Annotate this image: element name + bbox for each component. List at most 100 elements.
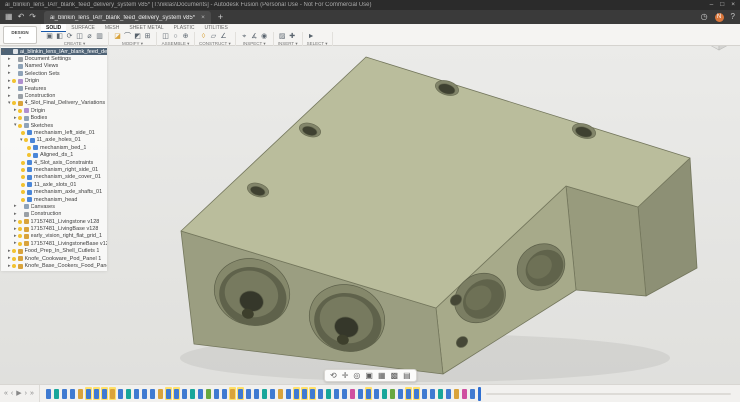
visibility-bulb-icon[interactable]: [21, 175, 25, 179]
browser-row[interactable]: ▾ 11_axle_holes_01: [1, 137, 107, 144]
tool-icon[interactable]: ⊞: [143, 32, 152, 41]
timeline-feature[interactable]: [365, 387, 372, 400]
tool-icon[interactable]: ◫: [75, 32, 84, 41]
tool-icon[interactable]: ▨: [278, 32, 287, 41]
nav-icon[interactable]: ✛: [342, 370, 349, 381]
browser-row[interactable]: ▸ Bodies: [1, 115, 107, 122]
appbar-icon[interactable]: ↶: [18, 10, 25, 24]
timeline-feature[interactable]: [117, 387, 124, 400]
tool-icon[interactable]: ○: [171, 32, 180, 41]
toolbar-group-label[interactable]: ASSEMBLE ▾: [161, 41, 190, 46]
timeline-feature[interactable]: [461, 387, 468, 400]
tool-icon[interactable]: ⌖: [240, 32, 249, 41]
appbar-icon[interactable]: ↷: [29, 10, 36, 24]
toolbar-group-label[interactable]: CREATE ▾: [45, 41, 104, 46]
browser-row[interactable]: ▸ Canvases: [1, 203, 107, 210]
tool-icon[interactable]: ◩: [133, 32, 142, 41]
help-icon[interactable]: ?: [731, 10, 735, 24]
visibility-bulb-icon[interactable]: [12, 249, 16, 253]
tool-icon[interactable]: ▣: [45, 32, 54, 41]
timeline-feature[interactable]: [373, 387, 380, 400]
visibility-bulb-icon[interactable]: [12, 79, 16, 83]
browser-row[interactable]: ▸ Knofe_Base_Cookers_Food_Panel 1: [1, 262, 107, 269]
visibility-bulb-icon[interactable]: [27, 153, 31, 157]
timeline-control-button[interactable]: »: [30, 385, 34, 402]
tool-icon[interactable]: ►: [307, 32, 316, 41]
timeline-feature[interactable]: [69, 387, 76, 400]
expander-icon[interactable]: ▸: [1, 70, 11, 77]
timeline-feature[interactable]: [405, 387, 412, 400]
timeline-feature[interactable]: [429, 387, 436, 400]
timeline-feature[interactable]: [109, 387, 116, 400]
timeline-feature[interactable]: [333, 387, 340, 400]
browser-row[interactable]: ▸ 17157481_LivingstoneBase v128: [1, 240, 107, 247]
timeline-feature[interactable]: [317, 387, 324, 400]
job-status-icon[interactable]: ◷: [701, 10, 708, 24]
tool-icon[interactable]: ✚: [288, 32, 297, 41]
ribbon-tab[interactable]: UTILITIES: [199, 24, 232, 32]
avatar[interactable]: N: [715, 13, 724, 22]
timeline-feature[interactable]: [437, 387, 444, 400]
expander-icon[interactable]: ▸: [1, 263, 11, 270]
browser-row[interactable]: mechanism_bed_1: [1, 144, 107, 151]
browser-row[interactable]: ▸ Construction: [1, 211, 107, 218]
timeline-feature[interactable]: [205, 387, 212, 400]
timeline-feature[interactable]: [277, 387, 284, 400]
timeline-feature[interactable]: [189, 387, 196, 400]
timeline-control-button[interactable]: «: [4, 385, 8, 402]
browser-row[interactable]: ▾ 4_Slot_Final_Delivery_Variations: [1, 100, 107, 107]
tab-close-icon[interactable]: ×: [201, 14, 205, 21]
timeline-feature[interactable]: [77, 387, 84, 400]
browser-row[interactable]: ▸ Origin: [1, 78, 107, 85]
timeline-feature[interactable]: [389, 387, 396, 400]
timeline-feature[interactable]: [261, 387, 268, 400]
timeline-feature[interactable]: [413, 387, 420, 400]
timeline-feature[interactable]: [45, 387, 52, 400]
browser-row[interactable]: ▸ Origin: [1, 107, 107, 114]
expander-icon[interactable]: ▸: [1, 218, 17, 225]
timeline-feature[interactable]: [309, 387, 316, 400]
timeline-feature[interactable]: [469, 387, 476, 400]
browser-row[interactable]: Aligned_ds_1: [1, 151, 107, 158]
browser-row[interactable]: ▾ Sketches: [1, 122, 107, 129]
nav-icon[interactable]: ▤: [403, 370, 411, 381]
appbar-icon[interactable]: ▦: [5, 10, 13, 24]
ribbon-tab[interactable]: SURFACE: [66, 24, 100, 32]
browser-row[interactable]: mechanism_right_side_01: [1, 166, 107, 173]
expander-icon[interactable]: ▸: [1, 248, 11, 255]
timeline-control-button[interactable]: ›: [25, 385, 27, 402]
expander-icon[interactable]: ▾: [1, 48, 6, 55]
timeline-feature[interactable]: [397, 387, 404, 400]
timeline-feature[interactable]: [197, 387, 204, 400]
toolbar-group-label[interactable]: INSERT ▾: [278, 41, 298, 46]
timeline-feature[interactable]: [53, 387, 60, 400]
timeline-feature[interactable]: [93, 387, 100, 400]
browser-row[interactable]: ▸ 17157481_LivingBase v128: [1, 225, 107, 232]
visibility-bulb-icon[interactable]: [21, 161, 25, 165]
browser-row[interactable]: ▸ Named Views: [1, 63, 107, 70]
timeline-feature[interactable]: [165, 387, 172, 400]
tool-icon[interactable]: ∠: [219, 32, 228, 41]
visibility-bulb-icon[interactable]: [18, 227, 22, 231]
toolbar-group-label[interactable]: CONSTRUCT ▾: [199, 41, 231, 46]
expander-icon[interactable]: ▸: [1, 226, 17, 233]
expander-icon[interactable]: ▸: [1, 93, 11, 100]
expander-icon[interactable]: ▸: [1, 63, 11, 70]
timeline-feature[interactable]: [357, 387, 364, 400]
tool-icon[interactable]: ⊕: [181, 32, 190, 41]
timeline-feature[interactable]: [157, 387, 164, 400]
expander-icon[interactable]: ▸: [1, 203, 17, 210]
timeline-feature[interactable]: [301, 387, 308, 400]
timeline-feature[interactable]: [181, 387, 188, 400]
timeline-control-button[interactable]: ‹: [11, 385, 13, 402]
browser-row[interactable]: ▸ Selection Sets: [1, 70, 107, 77]
toolbar-group-label[interactable]: SELECT ▾: [307, 41, 328, 46]
visibility-bulb-icon[interactable]: [18, 242, 22, 246]
browser-row[interactable]: ▾ ai_blinkin_lens_IArr_blank_feed_delive…: [1, 48, 107, 55]
nav-icon[interactable]: ▩: [391, 370, 399, 381]
timeline-feature[interactable]: [453, 387, 460, 400]
visibility-bulb-icon[interactable]: [18, 116, 22, 120]
expander-icon[interactable]: ▸: [1, 56, 11, 63]
tool-icon[interactable]: ◪: [113, 32, 122, 41]
window-control-button[interactable]: –: [710, 0, 714, 10]
